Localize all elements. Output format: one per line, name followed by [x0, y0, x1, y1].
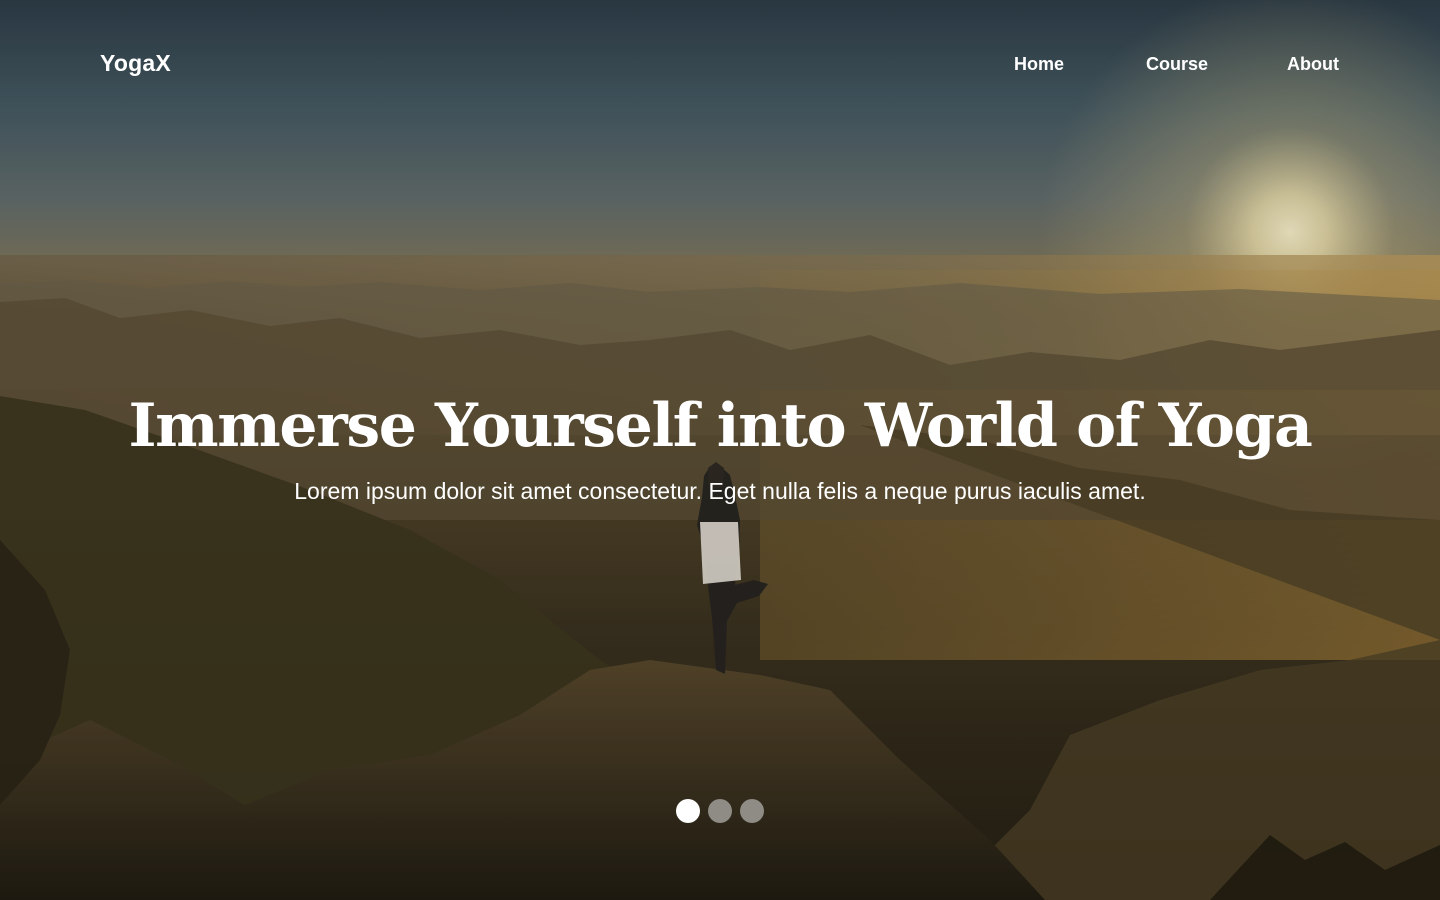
carousel-dot-3[interactable] [740, 799, 764, 823]
nav-home-link[interactable]: Home [1014, 48, 1064, 80]
top-navigation: YogaX Home Course About [0, 0, 1440, 126]
nav-course-link[interactable]: Course [1146, 48, 1208, 80]
nav-about-link[interactable]: About [1287, 48, 1339, 80]
main-nav: Home Course About [940, 48, 1440, 80]
carousel-pagination [676, 799, 764, 823]
hero-headline: Immerse Yourself into World of Yoga [128, 391, 1313, 461]
hero-subheadline: Lorem ipsum dolor sit amet consectetur. … [294, 478, 1146, 504]
brand-logo[interactable]: YogaX [100, 47, 171, 79]
hero-section: YogaX Home Course About Immerse Yourself… [0, 0, 1440, 900]
carousel-dot-1[interactable] [676, 799, 700, 823]
carousel-dot-2[interactable] [708, 799, 732, 823]
